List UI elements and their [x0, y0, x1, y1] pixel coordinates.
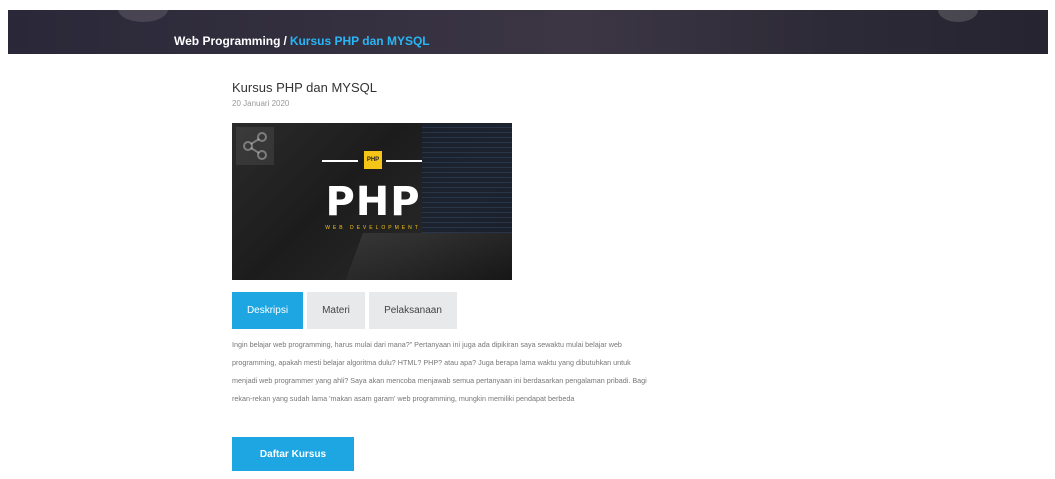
- page-header-banner: Web Programming / Kursus PHP dan MYSQL: [8, 10, 1048, 54]
- breadcrumb-current: Kursus PHP dan MYSQL: [289, 34, 430, 48]
- course-date: 20 Januari 2020: [232, 99, 290, 108]
- php-heading: PHP: [325, 179, 421, 225]
- banner-decoration: [938, 10, 978, 22]
- course-image: PHP PHP WEB DEVELOPMENT: [232, 123, 512, 280]
- breadcrumb-separator: /: [283, 34, 287, 48]
- php-subtitle: WEB DEVELOPMENT: [325, 225, 421, 231]
- laptop-decoration: [341, 233, 512, 280]
- course-title: Kursus PHP dan MYSQL: [232, 80, 377, 95]
- course-tabs: Deskripsi Materi Pelaksanaan: [232, 292, 457, 329]
- course-description: Ingin belajar web programming, harus mul…: [232, 340, 647, 403]
- tab-pelaksanaan[interactable]: Pelaksanaan: [369, 292, 457, 329]
- php-logo-icon: PHP: [364, 151, 382, 169]
- tab-deskripsi[interactable]: Deskripsi: [232, 292, 303, 329]
- tab-materi[interactable]: Materi: [307, 292, 365, 329]
- share-icon: [236, 127, 274, 165]
- code-screen-decoration: [422, 123, 512, 233]
- register-course-button[interactable]: Daftar Kursus: [232, 437, 354, 471]
- banner-decoration: [118, 10, 168, 22]
- php-divider-line: [386, 160, 422, 162]
- breadcrumb-parent-link[interactable]: Web Programming: [174, 34, 280, 48]
- php-divider-line: [322, 160, 358, 162]
- breadcrumb: Web Programming / Kursus PHP dan MYSQL: [174, 34, 430, 48]
